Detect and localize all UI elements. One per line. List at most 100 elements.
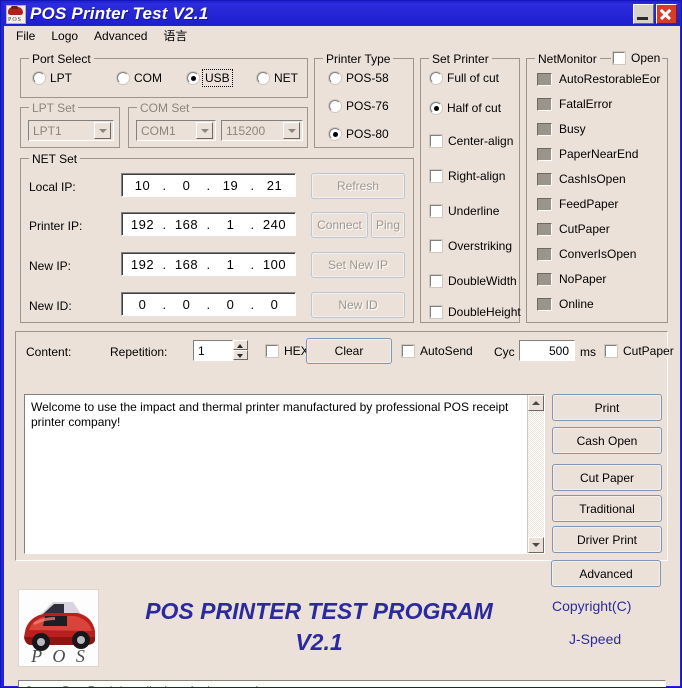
com-port-select[interactable]: COM1 <box>136 120 216 141</box>
repetition-stepper[interactable] <box>233 340 248 361</box>
radio-port-com[interactable]: COM <box>117 71 162 85</box>
cyc-label: Cyc <box>494 345 515 359</box>
menu-item-language[interactable]: 语言 <box>155 25 195 46</box>
close-icon[interactable] <box>656 4 677 24</box>
ping-button[interactable]: Ping <box>371 212 405 238</box>
com-baud-select[interactable]: 115200 <box>221 120 303 141</box>
checkbox-double-width[interactable]: DoubleWidth <box>430 274 517 288</box>
content-textarea[interactable]: Welcome to use the impact and thermal pr… <box>24 394 545 554</box>
status-bar: Status Bar: Real-time display of print s… <box>18 680 666 687</box>
radio-label: POS-80 <box>346 127 389 141</box>
cyc-value: 500 <box>548 343 569 358</box>
checkbox-autosend[interactable]: AutoSend <box>402 344 473 358</box>
ip-octet: 0 <box>270 296 279 312</box>
menu-item-logo[interactable]: Logo <box>43 27 86 45</box>
printer-ip-label: Printer IP: <box>29 219 83 233</box>
scroll-up-icon[interactable] <box>528 395 544 411</box>
print-button[interactable]: Print <box>552 394 662 421</box>
content-label: Content: <box>26 345 72 359</box>
radio-printer-pos80[interactable]: POS-80 <box>329 127 389 141</box>
status-cashisopen: CashIsOpen <box>537 172 626 186</box>
status-label: CutPaper <box>559 222 610 236</box>
status-label: FatalError <box>559 97 613 111</box>
status-label: NoPaper <box>559 272 607 286</box>
radio-indicator <box>430 102 442 114</box>
lpt-port-value: LPT1 <box>33 123 62 138</box>
traditional-button[interactable]: Traditional <box>552 495 662 522</box>
radio-port-net[interactable]: NET <box>257 71 298 85</box>
status-fatalerror: FatalError <box>537 97 612 111</box>
checkbox-label: DoubleHeight <box>448 305 521 319</box>
new-id-input[interactable]: 0.0.0.0 <box>121 292 296 316</box>
brand-title: POS PRINTER TEST PROGRAM V2.1 <box>114 596 524 658</box>
stepper-down-icon[interactable] <box>233 350 248 360</box>
radio-full-of-cut[interactable]: Full of cut <box>430 71 499 85</box>
new-id-button[interactable]: New ID <box>311 292 405 318</box>
refresh-button[interactable]: Refresh <box>311 173 405 199</box>
checkbox-right-align[interactable]: Right-align <box>430 169 505 183</box>
car-illustration-icon: P O S <box>19 590 98 666</box>
stepper-up-icon[interactable] <box>233 340 248 350</box>
scroll-down-icon[interactable] <box>528 537 544 553</box>
radio-port-lpt[interactable]: LPT <box>33 71 72 85</box>
status-label: PaperNearEnd <box>559 147 639 161</box>
radio-printer-pos76[interactable]: POS-76 <box>329 99 389 113</box>
ip-octet: 19 <box>222 177 239 193</box>
clear-button[interactable]: Clear <box>306 338 392 364</box>
checkbox-label: CutPaper <box>623 344 674 358</box>
ip-octet: 168 <box>174 216 199 232</box>
checkbox-indicator <box>430 135 442 147</box>
checkbox-double-height[interactable]: DoubleHeight <box>430 305 521 319</box>
checkbox-indicator <box>613 52 625 64</box>
advanced-button[interactable]: Advanced <box>551 560 661 587</box>
checkbox-indicator <box>266 345 278 357</box>
cyc-input[interactable]: 500 <box>519 340 575 361</box>
content-text: Welcome to use the impact and thermal pr… <box>31 400 509 429</box>
checkbox-center-align[interactable]: Center-align <box>430 134 513 148</box>
local-ip-input[interactable]: 10. 0. 19. 21 <box>121 173 296 197</box>
cut-paper-button[interactable]: Cut Paper <box>552 464 662 491</box>
net-monitor-group: NetMonitor Open AutoRestorableEor FatalE… <box>526 51 668 323</box>
cash-open-button[interactable]: Cash Open <box>552 427 662 454</box>
radio-indicator <box>117 72 129 84</box>
ip-octet: 192 <box>130 216 155 232</box>
menu-item-file[interactable]: File <box>8 27 43 45</box>
radio-label: Half of cut <box>447 101 502 115</box>
connect-button[interactable]: Connect <box>311 212 368 238</box>
minimize-button[interactable] <box>633 4 654 24</box>
repetition-input[interactable]: 1 <box>193 340 233 361</box>
status-cutpaper: CutPaper <box>537 222 610 236</box>
new-id-label: New ID: <box>29 299 72 313</box>
radio-printer-pos58[interactable]: POS-58 <box>329 71 389 85</box>
checkbox-label: Overstriking <box>448 239 513 253</box>
radio-port-usb[interactable]: USB <box>187 69 233 87</box>
checkbox-hex[interactable]: HEX <box>266 344 309 358</box>
new-ip-label: New IP: <box>29 259 72 273</box>
new-ip-input[interactable]: 192. 168. 1. 100 <box>121 252 296 276</box>
svg-text:P O S: P O S <box>30 646 88 666</box>
status-online: Online <box>537 297 594 311</box>
printer-ip-input[interactable]: 192. 168. 1. 240 <box>121 212 296 236</box>
lpt-port-select[interactable]: LPT1 <box>28 120 114 141</box>
chevron-down-icon <box>283 122 300 139</box>
radio-half-of-cut[interactable]: Half of cut <box>430 101 501 115</box>
menu-item-advanced[interactable]: Advanced <box>86 27 155 45</box>
checkbox-netmonitor-open[interactable]: Open <box>611 51 663 65</box>
ip-octet: 1 <box>226 216 235 232</box>
lpt-set-legend: LPT Set <box>29 101 79 115</box>
driver-print-button[interactable]: Driver Print <box>552 526 662 553</box>
ip-octet: 168 <box>174 256 199 272</box>
pos-car-logo: P O S <box>18 589 99 667</box>
net-set-legend: NET Set <box>29 152 81 166</box>
radio-label: NET <box>274 71 298 85</box>
set-new-ip-button[interactable]: Set New IP <box>311 252 405 278</box>
checkbox-underline[interactable]: Underline <box>430 204 499 218</box>
checkbox-cutpaper[interactable]: CutPaper <box>605 344 674 358</box>
status-label: ConverIsOpen <box>559 247 637 261</box>
radio-indicator <box>33 72 45 84</box>
checkbox-overstriking[interactable]: Overstriking <box>430 239 512 253</box>
textarea-scrollbar[interactable] <box>527 395 544 553</box>
ip-octet: 100 <box>262 256 287 272</box>
printer-type-group: Printer Type POS-58 POS-76 POS-80 <box>314 52 414 148</box>
repetition-label: Repetition: <box>110 345 168 359</box>
